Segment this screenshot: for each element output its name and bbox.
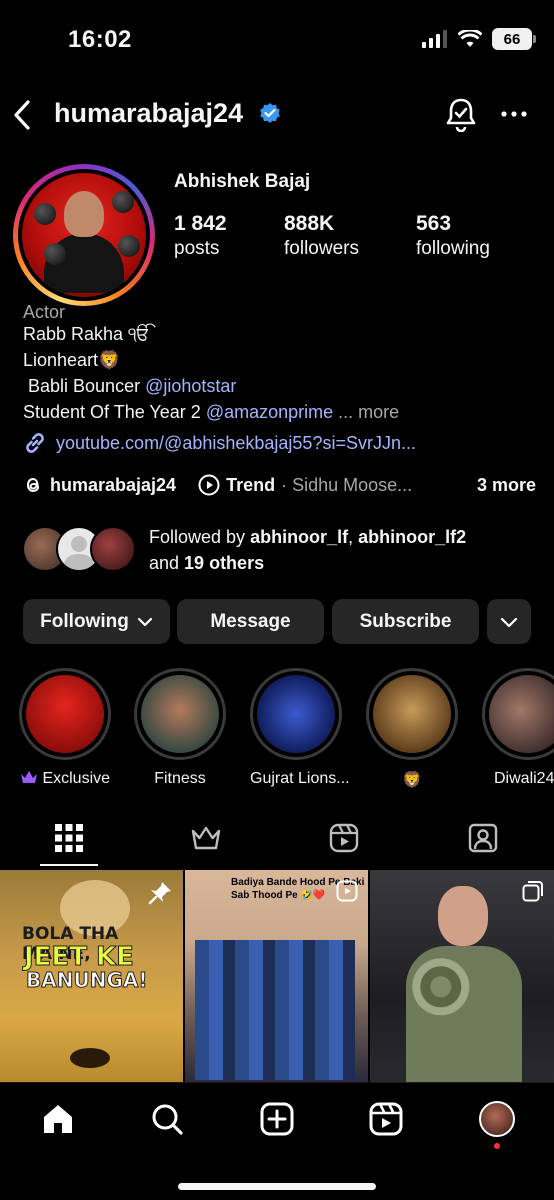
highlight-item[interactable]: Fitness (134, 668, 226, 788)
back-arrow-icon[interactable] (10, 98, 36, 132)
header-username[interactable]: humarabajaj24 (54, 98, 243, 129)
more-links-button[interactable]: 3 more (477, 475, 536, 496)
bio-line: Student Of The Year 2 @amazonprime ... m… (23, 402, 400, 422)
mutual-avatar (90, 526, 136, 572)
reel-badge-icon (336, 880, 358, 902)
home-indicator (178, 1183, 376, 1190)
followers-stat[interactable]: 888K followers (284, 212, 359, 260)
play-circle-icon (198, 474, 220, 496)
highlight-cover (26, 675, 104, 753)
highlight-cover (489, 675, 554, 753)
highlight-item[interactable]: 🦁 (366, 668, 458, 790)
highlight-label: Diwali24 (494, 770, 554, 787)
highlight-label: Exclusive (42, 770, 111, 787)
chevron-down-icon (137, 617, 152, 626)
followed-by-text: Followed by abhinoor_lf, abhinoor_lf2 an… (149, 527, 467, 573)
highlight-label: Fitness (154, 770, 206, 787)
profile-avatar-nav[interactable] (479, 1101, 515, 1137)
notification-dot (494, 1143, 500, 1149)
carousel-icon (522, 881, 543, 902)
bio-more-link[interactable]: ... more (333, 402, 399, 422)
highlight-item[interactable]: Exclusive (19, 668, 111, 788)
post-thumbnail[interactable]: BOLA THA MAINE, JEET KE BANUNGA! (0, 870, 183, 1082)
trend-label[interactable]: Trend (226, 475, 275, 496)
battery-indicator: 66 (492, 28, 536, 50)
subscribe-button[interactable]: Subscribe (332, 599, 479, 644)
chevron-down-icon (500, 617, 518, 627)
following-button[interactable]: Following (23, 599, 170, 644)
more-options-icon[interactable] (500, 104, 528, 124)
profile-header: humarabajaj24 (0, 92, 554, 138)
post-thumbnail[interactable]: Badiya Bande Hood Pe Baki Sab Thood Pe 🤣… (185, 870, 368, 1082)
post-thumbnail[interactable] (370, 870, 554, 1082)
crown-icon (20, 771, 37, 783)
suggested-accounts-button[interactable] (487, 599, 531, 644)
mention-link[interactable]: @jiohotstar (145, 376, 236, 396)
active-tab-indicator (40, 864, 98, 866)
external-link-text[interactable]: youtube.com/@abhishekbajaj55?si=SvrJJn..… (56, 433, 416, 454)
trend-song[interactable]: · Sidhu Moose... (281, 475, 412, 496)
create-post-icon[interactable] (259, 1101, 295, 1137)
highlight-cover (373, 675, 451, 753)
notification-bell-icon[interactable] (444, 96, 478, 132)
reels-icon[interactable] (368, 1101, 404, 1137)
threads-icon[interactable] (22, 474, 44, 496)
status-icons: 66 (422, 28, 536, 50)
bio-line: Lionheart🦁 (23, 350, 121, 370)
signal-icon (422, 30, 447, 48)
mutual-followers[interactable]: Followed by abhinoor_lf, abhinoor_lf2 an… (22, 522, 542, 578)
bio-line: Rabb Rakha ੴ (23, 324, 150, 344)
posts-grid: BOLA THA MAINE, JEET KE BANUNGA! Badiya … (0, 870, 554, 1082)
highlight-label: Gujrat Lions... (250, 770, 350, 787)
bio-line: Babli Bouncer @jiohotstar (23, 376, 237, 396)
reels-tab-icon[interactable] (328, 822, 360, 854)
tagged-tab-icon[interactable] (467, 822, 499, 854)
link-chain-icon (26, 433, 44, 453)
posts-stat[interactable]: 1 842 posts (174, 212, 227, 260)
verified-badge-icon (260, 103, 280, 123)
external-link[interactable]: youtube.com/@abhishekbajaj55?si=SvrJJn..… (22, 430, 416, 456)
threads-trend-row: humarabajaj24 Trend · Sidhu Moose... 3 m… (22, 474, 536, 496)
profile-tabs (0, 820, 554, 868)
message-button[interactable]: Message (177, 599, 324, 644)
search-icon[interactable] (149, 1101, 185, 1137)
threads-handle[interactable]: humarabajaj24 (50, 475, 176, 496)
highlight-cover (257, 675, 335, 753)
wifi-icon (458, 30, 482, 47)
bottom-navigation (0, 1082, 554, 1200)
profile-avatar[interactable] (13, 164, 155, 306)
profile-photo (22, 173, 146, 297)
mention-link[interactable]: @amazonprime (206, 402, 333, 422)
highlight-item[interactable]: Diwali24 (482, 668, 554, 788)
status-time: 16:02 (68, 26, 132, 53)
highlight-cover (141, 675, 219, 753)
home-icon[interactable] (40, 1101, 76, 1137)
highlight-item[interactable]: Gujrat Lions... (250, 668, 350, 788)
following-stat[interactable]: 563 following (416, 212, 490, 260)
display-name: Abhishek Bajaj (174, 171, 311, 192)
highlight-label: 🦁 (402, 772, 422, 789)
grid-tab-icon[interactable] (53, 822, 85, 854)
pin-icon (148, 882, 171, 905)
subscriptions-tab-icon[interactable] (190, 822, 222, 854)
